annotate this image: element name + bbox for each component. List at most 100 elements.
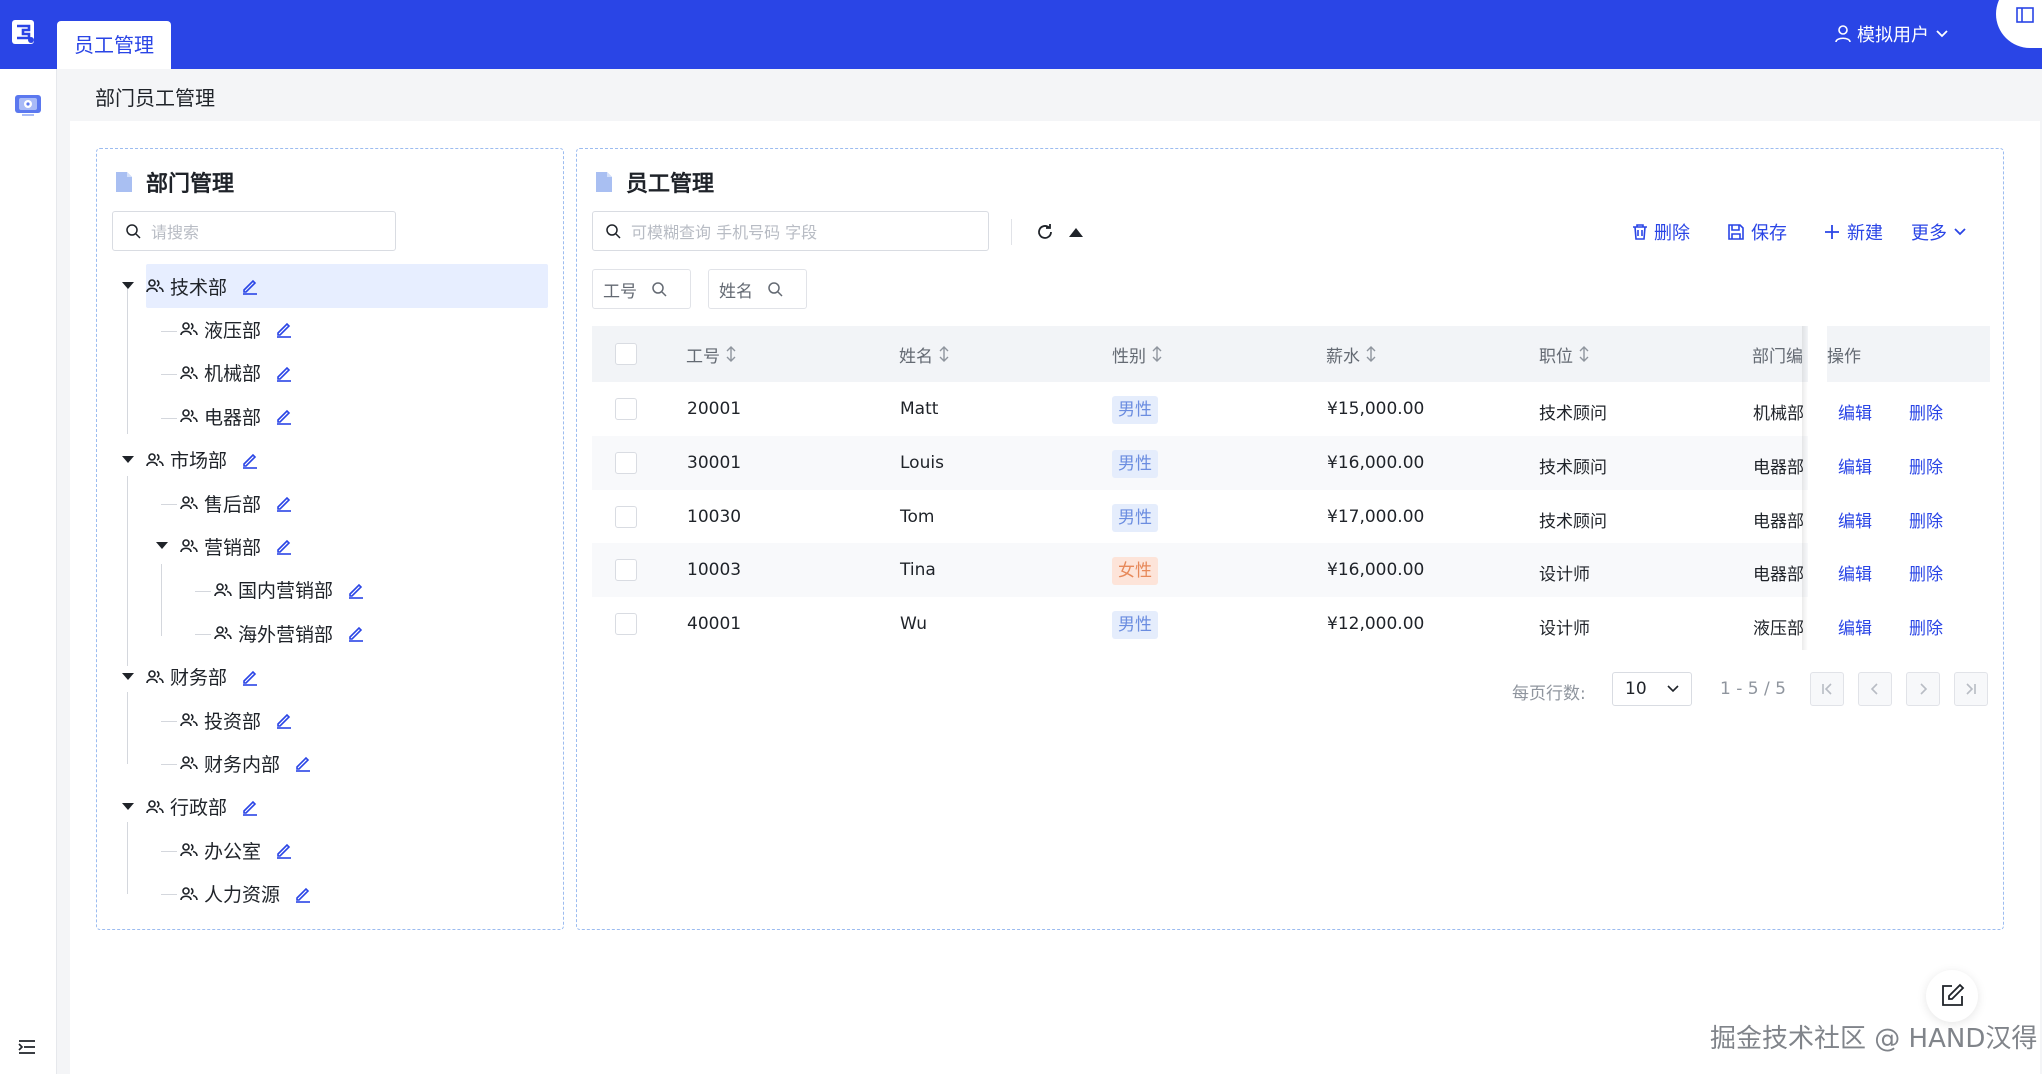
row-checkbox[interactable] bbox=[615, 559, 637, 582]
delete-button[interactable]: 删除 bbox=[1632, 220, 1690, 244]
edit-pencil-icon[interactable] bbox=[347, 624, 365, 642]
filter-name-label: 姓名 bbox=[719, 281, 753, 302]
column-header-actions: 操作 bbox=[1827, 326, 1990, 382]
edit-pencil-icon[interactable] bbox=[241, 451, 259, 469]
layout-icon bbox=[2016, 7, 2034, 23]
edit-pencil-icon[interactable] bbox=[241, 277, 259, 295]
select-all-checkbox[interactable] bbox=[615, 343, 637, 365]
next-page-button[interactable] bbox=[1906, 672, 1940, 706]
tree-connector bbox=[127, 822, 128, 894]
column-header-dept[interactable]: 部门编 bbox=[1752, 326, 1803, 382]
caret-down-icon[interactable] bbox=[122, 282, 134, 290]
last-page-icon bbox=[1966, 683, 1976, 695]
department-search-input[interactable]: 请搜索 bbox=[112, 211, 396, 251]
column-header-name[interactable]: 姓名 bbox=[899, 326, 949, 382]
column-id-label: 工号 bbox=[686, 346, 720, 367]
cell-position: 设计师 bbox=[1539, 619, 1590, 640]
row-edit-link[interactable]: 编辑 bbox=[1838, 507, 1872, 532]
edit-pencil-icon[interactable] bbox=[294, 754, 312, 773]
tree-connector bbox=[195, 591, 211, 592]
caret-down-icon[interactable] bbox=[122, 455, 134, 464]
tree-node-label: 售后部 bbox=[204, 493, 262, 516]
row-checkbox[interactable] bbox=[615, 505, 637, 528]
floating-edit-button[interactable] bbox=[1926, 970, 1978, 1022]
edit-pencil-icon[interactable] bbox=[241, 798, 259, 816]
page-size-select[interactable]: 10 bbox=[1612, 672, 1692, 706]
column-header-position[interactable]: 职位 bbox=[1539, 326, 1589, 382]
row-checkbox[interactable] bbox=[615, 451, 637, 474]
cell-position: 技术顾问 bbox=[1539, 457, 1607, 478]
tree-connector bbox=[161, 721, 177, 722]
tree-node[interactable]: 海外营销部 bbox=[214, 613, 365, 653]
tree-connector bbox=[127, 692, 128, 764]
plus-icon bbox=[1825, 225, 1839, 239]
new-label: 新建 bbox=[1847, 223, 1883, 244]
edit-pencil-icon[interactable] bbox=[275, 320, 293, 339]
menu-collapse-icon[interactable] bbox=[17, 1038, 37, 1056]
nav-tab-employee[interactable]: 员工管理 bbox=[57, 21, 171, 69]
save-button[interactable]: 保存 bbox=[1727, 220, 1787, 244]
row-checkbox[interactable] bbox=[615, 398, 637, 420]
caret-down-icon[interactable] bbox=[122, 672, 134, 681]
filter-employee-id[interactable]: 工号 bbox=[592, 269, 691, 309]
refresh-icon[interactable] bbox=[1035, 222, 1055, 242]
edit-pencil-icon[interactable] bbox=[275, 494, 293, 512]
employee-search-input[interactable]: 可模糊查询 手机号码 字段 bbox=[592, 211, 989, 251]
tree-node[interactable]: 人力资源 bbox=[180, 874, 312, 914]
edit-pencil-icon[interactable] bbox=[241, 668, 259, 686]
edit-pencil-icon[interactable] bbox=[275, 537, 293, 556]
first-page-button[interactable] bbox=[1810, 672, 1844, 706]
tree-node[interactable]: 营销部 bbox=[156, 526, 293, 566]
edit-pencil-icon[interactable] bbox=[275, 407, 293, 425]
tree-node[interactable]: 国内营销部 bbox=[214, 570, 365, 610]
last-page-button[interactable] bbox=[1954, 672, 1988, 706]
caret-down-icon[interactable] bbox=[122, 802, 134, 811]
tree-node[interactable]: 机械部 bbox=[180, 353, 293, 393]
edit-pencil-icon[interactable] bbox=[275, 364, 293, 382]
new-button[interactable]: 新建 bbox=[1823, 220, 1883, 244]
tree-node[interactable]: 办公室 bbox=[180, 830, 293, 870]
tree-node[interactable]: 财务内部 bbox=[180, 743, 312, 783]
edit-pencil-icon[interactable] bbox=[275, 711, 293, 729]
filter-employee-name[interactable]: 姓名 bbox=[708, 269, 807, 309]
tree-node[interactable]: 电器部 bbox=[180, 396, 293, 436]
row-edit-link[interactable]: 编辑 bbox=[1838, 453, 1872, 478]
row-edit-link[interactable]: 编辑 bbox=[1838, 614, 1872, 639]
tree-node[interactable]: 财务部 bbox=[122, 657, 259, 697]
edit-pencil-icon[interactable] bbox=[275, 841, 293, 859]
save-icon bbox=[1728, 224, 1744, 240]
caret-up-icon[interactable] bbox=[1068, 226, 1084, 238]
gender-tag: 男性 bbox=[1112, 396, 1158, 424]
row-delete-link[interactable]: 删除 bbox=[1909, 453, 1943, 478]
row-checkbox[interactable] bbox=[615, 613, 637, 636]
row-delete-link[interactable]: 删除 bbox=[1909, 614, 1943, 639]
column-header-salary[interactable]: 薪水 bbox=[1326, 326, 1376, 382]
save-label: 保存 bbox=[1751, 223, 1787, 244]
row-delete-link[interactable]: 删除 bbox=[1909, 507, 1943, 532]
sidebar-settings-icon[interactable] bbox=[14, 94, 42, 116]
tree-connector bbox=[161, 374, 177, 375]
more-dropdown[interactable]: 更多 bbox=[1911, 220, 1967, 244]
row-edit-link[interactable]: 编辑 bbox=[1838, 560, 1872, 585]
team-icon bbox=[146, 669, 164, 683]
tree-node[interactable]: 售后部 bbox=[180, 483, 293, 523]
tree-node-label: 办公室 bbox=[204, 840, 262, 863]
row-edit-link[interactable]: 编辑 bbox=[1838, 399, 1872, 424]
column-header-id[interactable]: 工号 bbox=[686, 326, 736, 382]
watermark: 掘金技术社区 @ HAND汉得 bbox=[1710, 1024, 2038, 1054]
edit-pencil-icon[interactable] bbox=[347, 581, 365, 599]
tree-node[interactable]: 技术部 bbox=[122, 266, 259, 306]
column-header-gender[interactable]: 性别 bbox=[1112, 326, 1162, 382]
tree-node[interactable]: 投资部 bbox=[180, 700, 293, 740]
tree-node[interactable]: 液压部 bbox=[180, 309, 293, 349]
search-icon bbox=[652, 282, 667, 297]
prev-page-button[interactable] bbox=[1858, 672, 1892, 706]
tree-node[interactable]: 市场部 bbox=[122, 440, 259, 480]
caret-down-icon[interactable] bbox=[156, 542, 168, 550]
edit-pencil-icon[interactable] bbox=[294, 885, 312, 903]
row-delete-link[interactable]: 删除 bbox=[1909, 560, 1943, 585]
tree-node[interactable]: 行政部 bbox=[122, 787, 259, 827]
row-delete-link[interactable]: 删除 bbox=[1909, 399, 1943, 424]
app-logo-icon[interactable] bbox=[10, 18, 40, 48]
user-menu[interactable]: 模拟用户 bbox=[1835, 22, 1949, 46]
